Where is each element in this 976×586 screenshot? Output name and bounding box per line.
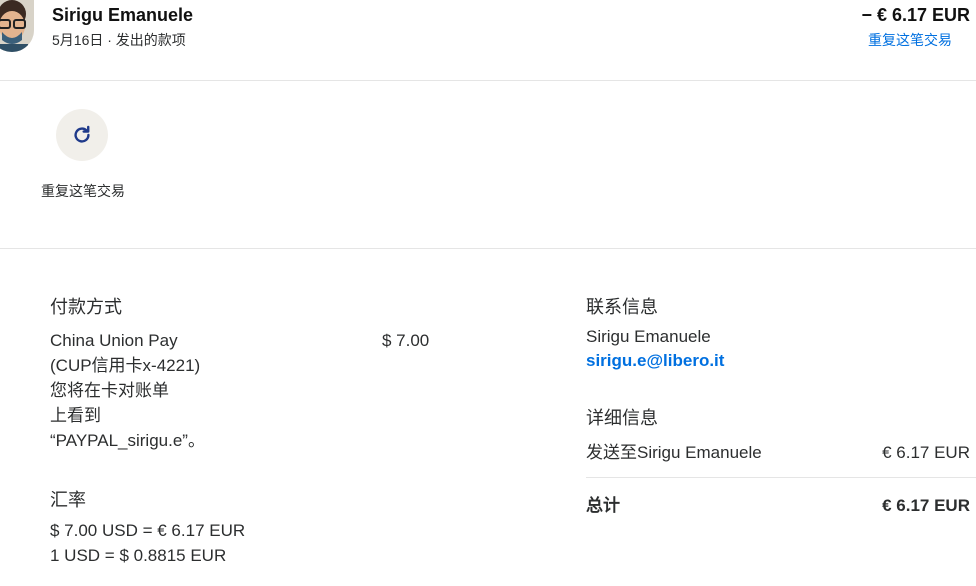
counterparty-name: Sirigu Emanuele xyxy=(52,5,194,25)
payment-method-line: China Union Pay xyxy=(50,331,178,350)
divider xyxy=(0,80,976,81)
repeat-transaction-link[interactable]: 重复这笔交易 xyxy=(868,30,952,50)
payment-method-line: 您将在卡对账单 xyxy=(50,381,169,400)
payment-method-line: (CUP信用卡x-4221) xyxy=(50,356,201,375)
payment-method-line: 上看到 xyxy=(50,406,101,425)
payment-amount: $ 7.00 xyxy=(382,331,430,350)
exchange-rate-line: 1 USD = $ 0.8815 EUR xyxy=(50,546,227,565)
contact-info-heading: 联系信息 xyxy=(586,297,658,317)
contact-name: Sirigu Emanuele xyxy=(586,327,711,346)
contact-email-link[interactable]: sirigu.e@libero.it xyxy=(586,351,724,371)
divider xyxy=(586,477,976,478)
transaction-amount: − € 6.17 EUR xyxy=(861,5,970,25)
sent-to-amount: € 6.17 EUR xyxy=(882,443,970,462)
total-label: 总计 xyxy=(586,496,620,515)
repeat-transaction-button[interactable] xyxy=(56,109,108,161)
repeat-transaction-label[interactable]: 重复这笔交易 xyxy=(40,180,126,202)
avatar-image xyxy=(0,0,34,52)
refresh-icon xyxy=(74,125,90,143)
exchange-rate-heading: 汇率 xyxy=(50,490,86,510)
payment-method-heading: 付款方式 xyxy=(50,297,122,317)
payment-method-line: “PAYPAL_sirigu.e”。 xyxy=(50,431,205,450)
exchange-rate-line: $ 7.00 USD = € 6.17 EUR xyxy=(50,521,246,540)
sent-to-label: 发送至Sirigu Emanuele xyxy=(586,443,762,462)
details-heading: 详细信息 xyxy=(586,408,658,428)
avatar xyxy=(0,0,34,52)
payment-method-details: China Union Pay (CUP信用卡x-4221) 您将在卡对账单 上… xyxy=(50,328,350,453)
total-amount: € 6.17 EUR xyxy=(882,496,970,515)
transaction-date-type: 5月16日 · 发出的款项 xyxy=(52,32,186,48)
divider xyxy=(0,248,976,249)
